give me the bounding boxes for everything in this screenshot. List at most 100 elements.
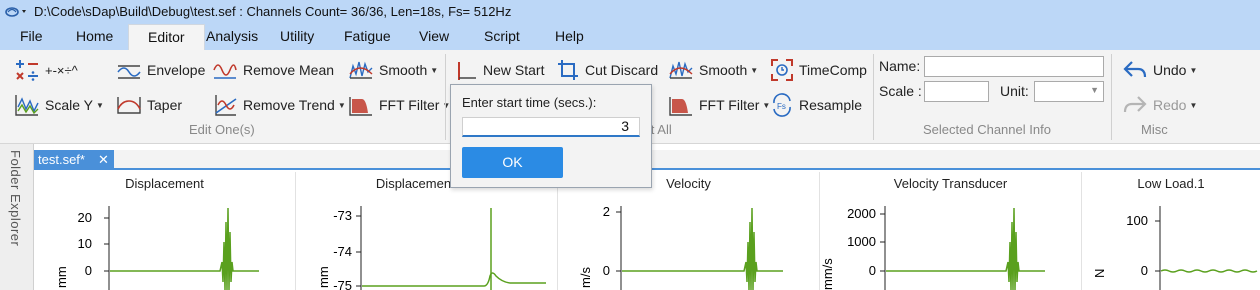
name-label: Name: <box>879 58 921 74</box>
document-tab-label: test.sef* <box>38 152 85 167</box>
undo-button[interactable]: Undo ▼ <box>1122 57 1197 83</box>
fft-filter-icon <box>669 97 692 116</box>
envelope-button[interactable]: Envelope <box>116 57 205 83</box>
svg-text:Fs: Fs <box>777 102 786 111</box>
redo-icon <box>1123 96 1147 113</box>
remove-trend-label: Remove Trend <box>243 97 335 113</box>
folder-explorer-label: Folder Explorer <box>8 150 23 247</box>
remove-mean-label: Remove Mean <box>243 62 335 78</box>
misc-group-label: Misc <box>1141 122 1168 137</box>
remove-trend-button[interactable]: Remove Trend ▼ <box>212 92 346 118</box>
smooth-icon <box>349 61 373 79</box>
ribbon-separator <box>873 54 874 140</box>
smooth-one-button[interactable]: Smooth ▼ <box>348 57 438 83</box>
y-axis-label: mm <box>54 266 69 288</box>
start-time-input[interactable]: 3 <box>462 117 640 137</box>
remove-mean-button[interactable]: Remove Mean <box>212 57 334 83</box>
tick-label: 0 <box>869 263 876 278</box>
remove-mean-icon <box>213 64 237 79</box>
tick-label: 2 <box>603 204 610 219</box>
cut-discard-label: Cut Discard <box>585 62 659 78</box>
document-tab[interactable]: test.sef* ✕ <box>34 150 114 170</box>
plots-area: Displacement 20 10 0 mm Displacement Tra… <box>34 172 1260 290</box>
smooth-icon <box>669 61 693 79</box>
taper-icon <box>117 97 141 114</box>
app-icon[interactable] <box>4 4 32 20</box>
tick-label: -74 <box>333 244 352 259</box>
menu-analysis[interactable]: Analysis <box>192 24 272 50</box>
window-title: D:\Code\sDap\Build\Debug\test.sef : Chan… <box>34 4 512 19</box>
fft-filter-all-button[interactable]: FFT Filter ▼ <box>668 92 770 118</box>
tick-label: -75 <box>333 278 352 290</box>
menu-home[interactable]: Home <box>62 24 127 50</box>
channel-name-field[interactable] <box>924 56 1104 77</box>
tick-label: 0 <box>85 263 92 278</box>
velocity-transducer-chart: 2000 1000 0 mm/s <box>820 206 1045 290</box>
redo-button[interactable]: Redo ▼ <box>1122 92 1197 118</box>
y-axis-label: mm <box>316 266 331 288</box>
channel-info-group-label: Selected Channel Info <box>923 122 1051 137</box>
displacement-chart: 20 10 0 mm <box>54 206 259 290</box>
arithmetic-label: +-×÷^ <box>45 62 78 78</box>
timecomp-label: TimeComp <box>799 62 867 78</box>
low-load-chart: 100 0 N <box>1092 206 1258 290</box>
tick-label: 2000 <box>847 206 876 221</box>
plot-panel[interactable]: Velocity Transducer 2000 1000 0 mm/s <box>820 172 1082 290</box>
chevron-down-icon: ▼ <box>96 100 104 110</box>
resample-label: Resample <box>799 97 863 113</box>
scale-y-label: Scale Y <box>45 97 93 113</box>
smooth-one-label: Smooth <box>379 62 428 78</box>
displacement-transducer-chart: -73 -74 -75 mm <box>316 206 546 290</box>
menu-bar: File Home Editor Analysis Utility Fatigu… <box>0 24 1260 50</box>
tick-label: 100 <box>1126 213 1148 228</box>
envelope-icon <box>117 65 141 79</box>
chevron-down-icon: ▼ <box>430 65 439 75</box>
folder-explorer-panel[interactable]: Folder Explorer <box>0 144 34 290</box>
fft-filter-one-button[interactable]: FFT Filter ▼ <box>348 92 450 118</box>
y-axis-label: mm/s <box>820 258 835 290</box>
cut-discard-button[interactable]: Cut Discard <box>556 57 658 83</box>
plot-panel[interactable]: Displacement 20 10 0 mm <box>34 172 296 290</box>
smooth-all-button[interactable]: Smooth ▼ <box>668 57 758 83</box>
fft-filter-all-label: FFT Filter <box>699 97 760 113</box>
fft-filter-one-label: FFT Filter <box>379 97 440 113</box>
ok-button[interactable]: OK <box>462 147 563 178</box>
scale-y-button[interactable]: Scale Y ▼ <box>14 92 104 118</box>
resample-button[interactable]: Fs Resample <box>770 92 862 118</box>
chevron-down-icon: ▼ <box>1189 65 1198 75</box>
menu-view[interactable]: View <box>405 24 463 50</box>
chevron-down-icon: ▼ <box>337 100 346 110</box>
timecomp-button[interactable]: TimeComp <box>770 57 867 83</box>
undo-label: Undo <box>1153 62 1187 78</box>
plot-panel[interactable]: Velocity 2 0 m/s <box>558 172 820 290</box>
close-icon[interactable]: ✕ <box>98 150 109 169</box>
menu-utility[interactable]: Utility <box>266 24 328 50</box>
menu-script[interactable]: Script <box>470 24 534 50</box>
menu-file[interactable]: File <box>6 24 57 50</box>
y-axis-label: N <box>1092 269 1107 278</box>
crop-icon <box>558 60 578 80</box>
y-axis-label: m/s <box>578 267 593 288</box>
title-bar: D:\Code\sDap\Build\Debug\test.sef : Chan… <box>0 0 1260 24</box>
taper-label: Taper <box>147 97 183 113</box>
arithmetic-icon <box>16 60 38 81</box>
resample-icon: Fs <box>773 93 791 117</box>
plot-panel[interactable]: Displacement Tra -73 -74 -75 mm <box>296 172 558 290</box>
tick-label: -73 <box>333 208 352 223</box>
channel-scale-field[interactable] <box>924 81 989 102</box>
edit-one-group-label: Edit One(s) <box>189 122 255 137</box>
menu-fatigue[interactable]: Fatigue <box>330 24 405 50</box>
new-start-button[interactable]: New Start <box>456 57 544 83</box>
timecomp-icon <box>771 59 793 81</box>
menu-help[interactable]: Help <box>541 24 598 50</box>
arithmetic-button[interactable]: +-×÷^ <box>14 57 78 83</box>
scale-label: Scale : <box>879 83 922 99</box>
channel-unit-select[interactable]: ▼ <box>1034 81 1104 102</box>
new-start-dialog: Enter start time (secs.): 3 OK <box>450 84 652 188</box>
tick-label: 10 <box>78 236 92 251</box>
new-start-label: New Start <box>483 62 545 78</box>
ribbon-separator <box>445 54 446 140</box>
taper-button[interactable]: Taper <box>116 92 182 118</box>
chevron-down-icon: ▼ <box>1189 100 1198 110</box>
plot-panel[interactable]: Low Load.1 100 0 N <box>1082 172 1260 290</box>
